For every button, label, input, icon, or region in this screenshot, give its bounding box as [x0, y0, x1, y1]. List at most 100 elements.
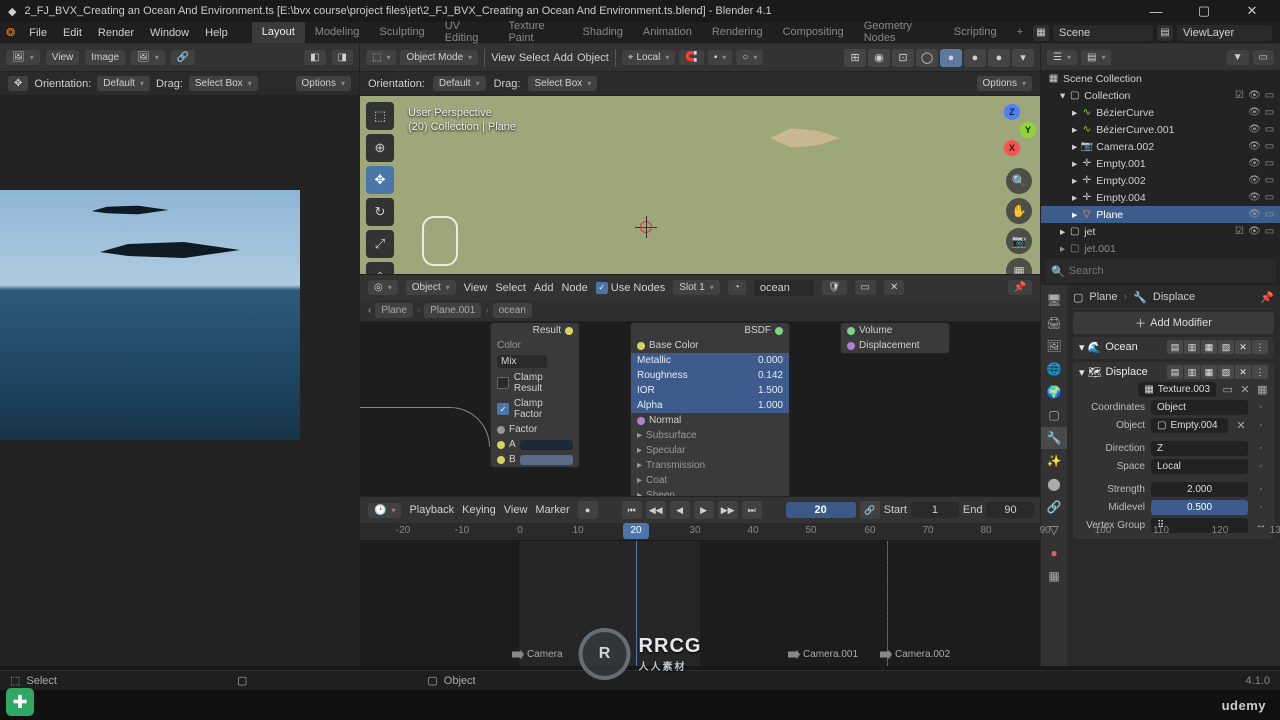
tab-compositing[interactable]: Compositing — [773, 22, 854, 43]
menu-edit[interactable]: Edit — [55, 27, 90, 39]
outliner-type[interactable]: ☰ — [1047, 50, 1077, 65]
material-icon[interactable]: ◔ — [728, 280, 746, 295]
shade-wire[interactable]: ◯ — [916, 49, 938, 67]
scene-selector[interactable]: Scene — [1053, 25, 1153, 41]
material-fake[interactable]: 🛡 — [822, 280, 847, 295]
proportional[interactable]: ○ — [736, 50, 763, 65]
menu-render[interactable]: Render — [90, 27, 142, 39]
direction-dd[interactable]: Z — [1151, 441, 1248, 456]
window-minimize[interactable]: — — [1136, 4, 1176, 19]
tl-view[interactable]: View — [504, 504, 528, 516]
item-plane[interactable]: ▸ ▽Plane👁▭ — [1041, 206, 1280, 223]
marker-camera[interactable]: Camera — [512, 649, 563, 660]
play[interactable]: ▶ — [694, 501, 714, 519]
jump-end[interactable]: ⏭ — [742, 501, 762, 519]
snap-toggle[interactable]: 🧲 — [679, 50, 703, 65]
material-unlink[interactable]: ✕ — [884, 280, 904, 295]
play-rev[interactable]: ◀ — [670, 501, 690, 519]
menu-help[interactable]: Help — [197, 27, 236, 39]
vp-drag[interactable]: Select Box — [528, 76, 597, 91]
scene-icon[interactable]: ▦ — [1033, 25, 1049, 41]
tab-scripting[interactable]: Scripting — [944, 22, 1007, 43]
vp-add[interactable]: Add — [553, 52, 573, 64]
tab-geometry-nodes[interactable]: Geometry Nodes — [854, 22, 944, 43]
image-slot[interactable]: 🖼 — [131, 50, 165, 65]
midlevel-field[interactable]: 0.500 — [1151, 500, 1248, 515]
ptab-object[interactable]: ▢ — [1041, 404, 1067, 426]
node-object-dd[interactable]: Object — [406, 280, 456, 295]
marker-camera001[interactable]: Camera.001 — [788, 649, 858, 660]
use-nodes[interactable]: ✓Use Nodes — [596, 282, 665, 294]
node-select[interactable]: Select — [495, 282, 526, 294]
options-dropdown[interactable]: Options — [296, 76, 351, 91]
viewlayer-selector[interactable]: ViewLayer — [1177, 25, 1272, 41]
keyframe-prev[interactable]: ◀◀ — [646, 501, 666, 519]
node-canvas[interactable]: Result Color Mix Clamp Result ✓Clamp Fac… — [360, 322, 1040, 496]
mix-clamp-result[interactable] — [497, 377, 509, 389]
outliner-filter[interactable]: ▼ — [1227, 50, 1249, 65]
crumb-plane[interactable]: Plane — [375, 303, 413, 318]
tl-marker[interactable]: Marker — [535, 504, 569, 516]
xray-toggle[interactable]: ⊡ — [892, 49, 914, 67]
ptab-physics[interactable]: ⬤ — [1041, 473, 1067, 495]
axis-z[interactable]: Z — [1004, 104, 1020, 120]
nav-pan[interactable]: ✋ — [1006, 198, 1032, 224]
material-new[interactable]: ▭ — [855, 280, 876, 295]
gizmo-toggle[interactable]: ⊞ — [844, 49, 866, 67]
tl-playback[interactable]: Playback — [409, 504, 454, 516]
image-canvas[interactable] — [0, 96, 359, 666]
end-frame[interactable]: 90 — [986, 502, 1034, 518]
node-mix[interactable]: Result Color Mix Clamp Result ✓Clamp Fac… — [490, 322, 580, 468]
obj-unlink[interactable]: ✕ — [1234, 419, 1248, 433]
tab-texture-paint[interactable]: Texture Paint — [498, 22, 572, 43]
vp-object[interactable]: Object — [577, 52, 609, 64]
tool-rotate[interactable]: ↻ — [366, 198, 394, 226]
overlay-toggle[interactable]: ◉ — [868, 49, 890, 67]
image-opt2[interactable]: ◨ — [332, 50, 353, 65]
nav-camera[interactable]: 📷 — [1006, 228, 1032, 254]
axis-gizmo[interactable]: Z Y X — [982, 104, 1032, 154]
add-extension-button[interactable]: ✚ — [6, 688, 34, 716]
vp-view[interactable]: View — [491, 52, 515, 64]
slot-dd[interactable]: Slot 1 — [673, 280, 720, 295]
tab-rendering[interactable]: Rendering — [702, 22, 773, 43]
tool-cursor[interactable]: ⊕ — [366, 134, 394, 162]
editor-type[interactable]: ⬚ — [366, 50, 396, 65]
tab-add[interactable]: + — [1007, 22, 1033, 43]
ptab-material[interactable]: ● — [1041, 542, 1067, 564]
tab-animation[interactable]: Animation — [633, 22, 702, 43]
vg-invert[interactable]: ↔ — [1254, 519, 1268, 533]
mix-mode[interactable]: Mix — [497, 355, 547, 368]
ptab-texture[interactable]: ▦ — [1041, 565, 1067, 587]
orientation-icon[interactable]: ✥ — [8, 76, 28, 91]
ptab-particles[interactable]: ✨ — [1041, 450, 1067, 472]
outliner-root[interactable]: ▦Scene Collection — [1041, 70, 1280, 87]
tex-unlink[interactable]: ✕ — [1239, 383, 1250, 397]
node-add[interactable]: Add — [534, 282, 554, 294]
image-image-menu[interactable]: Image — [85, 50, 125, 65]
node-bsdf[interactable]: BSDF Base Color Metallic0.000 Roughness0… — [630, 322, 790, 496]
mod-ocean[interactable]: ▾ 🌊 Ocean ▤▥▦▧✕⋮ — [1073, 337, 1274, 359]
frame-lock[interactable]: 🔗 — [860, 501, 880, 519]
tex-edit[interactable]: ▦ — [1257, 383, 1268, 397]
ptab-world[interactable]: 🌍 — [1041, 381, 1067, 403]
image-opt1[interactable]: ◧ — [304, 50, 325, 65]
shade-solid[interactable]: ● — [940, 49, 962, 67]
marker-camera002[interactable]: Camera.002 — [880, 649, 950, 660]
current-frame[interactable]: 20 — [786, 502, 856, 518]
strength-field[interactable]: 2.000 — [1151, 482, 1248, 497]
item-beziercurve[interactable]: ▸ ∿BézierCurve👁▭ — [1041, 104, 1280, 121]
tab-uv-editing[interactable]: UV Editing — [435, 22, 499, 43]
start-frame[interactable]: 1 — [911, 502, 959, 518]
image-link[interactable]: 🔗 — [171, 50, 195, 65]
tab-modeling[interactable]: Modeling — [305, 22, 370, 43]
viewlayer-icon[interactable]: ▤ — [1157, 25, 1173, 41]
node-output[interactable]: Volume Displacement — [840, 322, 950, 354]
crumb-ocean[interactable]: ocean — [493, 303, 532, 318]
tab-sculpting[interactable]: Sculpting — [369, 22, 434, 43]
ptab-output[interactable]: 🖨 — [1041, 312, 1067, 334]
tool-scale[interactable]: ⤢ — [366, 230, 394, 258]
tool-select[interactable]: ⬚ — [366, 102, 394, 130]
shade-render[interactable]: ● — [988, 49, 1010, 67]
pin-material[interactable]: 📌 — [1008, 280, 1032, 295]
